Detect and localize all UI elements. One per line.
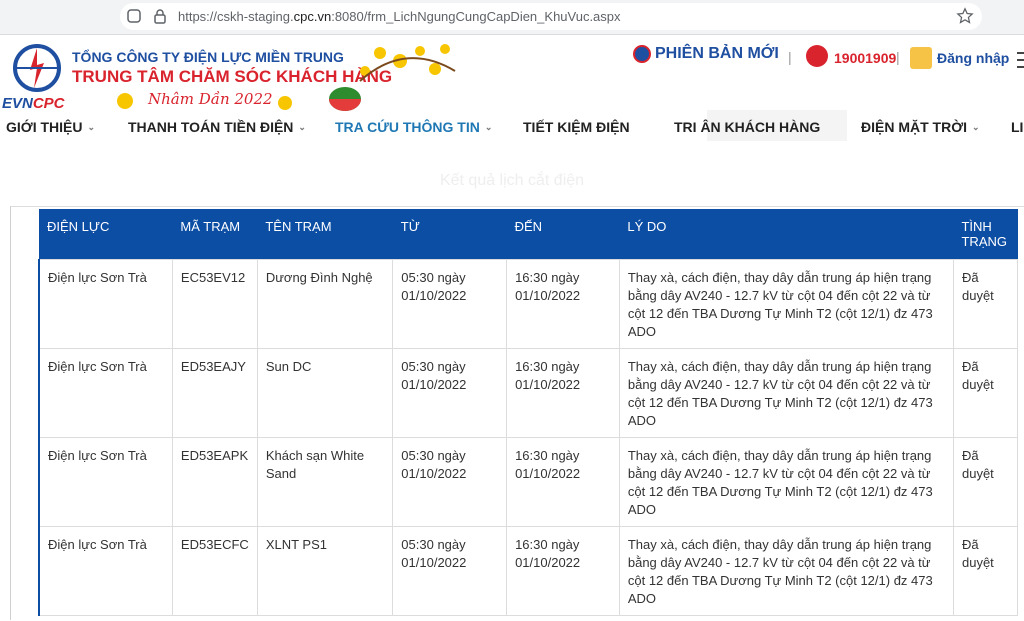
- site-info-icon[interactable]: [126, 8, 142, 24]
- url-prefix: https://cskh-staging.: [178, 9, 294, 24]
- url-suffix: :8080/frm_LichNgungCungCapDien_KhuVuc.as…: [331, 9, 621, 24]
- cell-ly-do: Thay xà, cách điện, thay dây dẫn trung á…: [618, 258, 954, 349]
- nav-item-gioi-thieu[interactable]: GIỚI THIỆU ⌄: [6, 119, 95, 135]
- nav-label: TIẾT KIỆM ĐIỆN: [523, 119, 630, 135]
- url-domain: cpc.vn: [293, 9, 332, 24]
- cell-dien-luc: Điện lực Sơn Trà: [37, 525, 173, 616]
- nav-item-overflow[interactable]: LI: [1011, 119, 1023, 135]
- evn-logo-icon[interactable]: [8, 43, 66, 93]
- col-header-ly-do: LÝ DO: [619, 209, 954, 259]
- table-header-row: ĐIỆN LỰC MÃ TRẠM TÊN TRẠM TỪ ĐẾN LÝ DO T…: [39, 209, 1018, 259]
- cell-dien-luc: Điện lực Sơn Trà: [37, 347, 173, 438]
- cell-ma-tram: EC53EV12: [171, 258, 258, 349]
- divider: |: [896, 49, 900, 65]
- nav-label: GIỚI THIỆU: [6, 119, 83, 135]
- nav-item-tiet-kiem[interactable]: TIẾT KIỆM ĐIỆN: [523, 119, 630, 135]
- col-header-ma-tram: MÃ TRẠM: [172, 209, 258, 259]
- browser-toolbar: https://cskh-staging.cpc.vn:8080/frm_Lic…: [0, 0, 1024, 35]
- nav-item-tra-cuu[interactable]: TRA CỨU THÔNG TIN ⌄: [335, 119, 492, 135]
- cell-tinh-trang: Đã duyệt: [952, 436, 1019, 527]
- col-header-den: ĐẾN: [506, 209, 620, 259]
- login-link[interactable]: Đăng nhập: [937, 50, 1009, 66]
- globe-icon: [633, 45, 651, 63]
- nav-item-tri-an[interactable]: TRI ÂN KHÁCH HÀNG: [674, 119, 820, 135]
- cell-tinh-trang: Đã duyệt: [952, 347, 1019, 438]
- cell-den: 16:30 ngày 01/10/2022: [506, 347, 620, 438]
- cell-den: 16:30 ngày 01/10/2022: [506, 525, 620, 616]
- menu-icon[interactable]: [1017, 49, 1024, 71]
- chevron-down-icon: ⌄: [972, 122, 980, 132]
- cell-ly-do: Thay xà, cách điện, thay dây dẫn trung á…: [618, 525, 954, 616]
- cell-ten-tram: Dương Đình Nghệ: [256, 258, 394, 349]
- chevron-down-icon: ⌄: [298, 122, 306, 132]
- phone-icon: [806, 45, 828, 67]
- page-title: Kết quả lịch cắt điện: [439, 172, 585, 189]
- nav-label: TRA CỨU THÔNG TIN: [335, 119, 480, 135]
- cell-ly-do: Thay xà, cách điện, thay dây dẫn trung á…: [618, 436, 954, 527]
- panel-border: [10, 206, 11, 620]
- col-header-dien-luc: ĐIỆN LỰC: [39, 209, 173, 259]
- new-version-label: PHIÊN BẢN MỚI: [655, 45, 779, 62]
- cell-ten-tram: Sun DC: [256, 347, 394, 438]
- table-row: Điện lực Sơn Trà ED53EAJY Sun DC 05:30 n…: [37, 347, 1019, 438]
- col-header-ten-tram: TÊN TRẠM: [257, 209, 393, 259]
- cell-tu: 05:30 ngày 01/10/2022: [392, 436, 508, 527]
- cell-ma-tram: ED53EAJY: [171, 347, 258, 438]
- chevron-down-icon: ⌄: [87, 122, 96, 132]
- table-row: Điện lực Sơn Trà ED53EAPK Khách sạn Whit…: [37, 436, 1019, 527]
- new-version-link[interactable]: PHIÊN BẢN MỚI: [633, 45, 779, 63]
- cell-tinh-trang: Đã duyệt: [952, 258, 1019, 349]
- cell-tu: 05:30 ngày 01/10/2022: [392, 347, 508, 438]
- cell-den: 16:30 ngày 01/10/2022: [506, 258, 620, 349]
- url-text[interactable]: https://cskh-staging.cpc.vn:8080/frm_Lic…: [178, 9, 621, 24]
- cell-den: 16:30 ngày 01/10/2022: [506, 436, 620, 527]
- site-header: EVNCPC TỔNG CÔNG TY ĐIỆN LỰC MIỀN TRUNG …: [0, 35, 1024, 112]
- nav-label: TRI ÂN KHÁCH HÀNG: [674, 119, 821, 135]
- main-nav: GIỚI THIỆU ⌄ THANH TOÁN TIỀN ĐIỆN ⌄ TRA CỨ…: [0, 107, 1024, 147]
- cell-tu: 05:30 ngày 01/10/2022: [392, 525, 508, 616]
- address-bar[interactable]: https://cskh-staging.cpc.vn:8080/frm_Lic…: [120, 3, 982, 30]
- cell-dien-luc: Điện lực Sơn Trà: [37, 436, 173, 527]
- cell-ma-tram: ED53EAPK: [171, 436, 258, 527]
- hotline-number[interactable]: 19001909: [834, 50, 896, 66]
- nav-item-thanh-toan[interactable]: THANH TOÁN TIỀN ĐIỆN ⌄: [128, 119, 306, 135]
- cell-ly-do: Thay xà, cách điện, thay dây dẫn trung á…: [618, 347, 954, 438]
- lock-icon: [154, 9, 166, 24]
- cell-ma-tram: ED53ECFC: [171, 525, 258, 616]
- user-avatar-icon: [910, 47, 932, 69]
- col-header-tinh-trang: TÌNH TRẠNG: [953, 209, 1018, 259]
- nav-label: THANH TOÁN TIỀN ĐIỆN: [128, 119, 294, 135]
- cell-ten-tram: XLNT PS1: [256, 525, 394, 616]
- chevron-down-icon: ⌄: [484, 122, 493, 132]
- cell-tinh-trang: Đã duyệt: [952, 525, 1019, 616]
- nav-label: ĐIỆN MẶT TRỜI: [861, 119, 968, 135]
- col-header-tu: TỪ: [392, 209, 507, 259]
- outage-schedule-table: ĐIỆN LỰC MÃ TRẠM TÊN TRẠM TỪ ĐẾN LÝ DO T…: [37, 209, 1019, 616]
- new-year-greeting: Nhâm Dần 2022: [148, 90, 273, 108]
- bookmark-star-icon[interactable]: [956, 7, 974, 25]
- divider: |: [788, 49, 792, 65]
- table-row: Điện lực Sơn Trà ED53ECFC XLNT PS1 05:30…: [37, 525, 1019, 616]
- nav-item-dien-mat-troi[interactable]: ĐIỆN MẶT TRỜI ⌄: [861, 119, 980, 135]
- cell-tu: 05:30 ngày 01/10/2022: [392, 258, 508, 349]
- table-row: Điện lực Sơn Trà EC53EV12 Dương Đình Ngh…: [37, 258, 1019, 349]
- cell-dien-luc: Điện lực Sơn Trà: [37, 258, 173, 349]
- nav-label: LI: [1011, 119, 1024, 135]
- cell-ten-tram: Khách sạn White Sand: [256, 436, 394, 527]
